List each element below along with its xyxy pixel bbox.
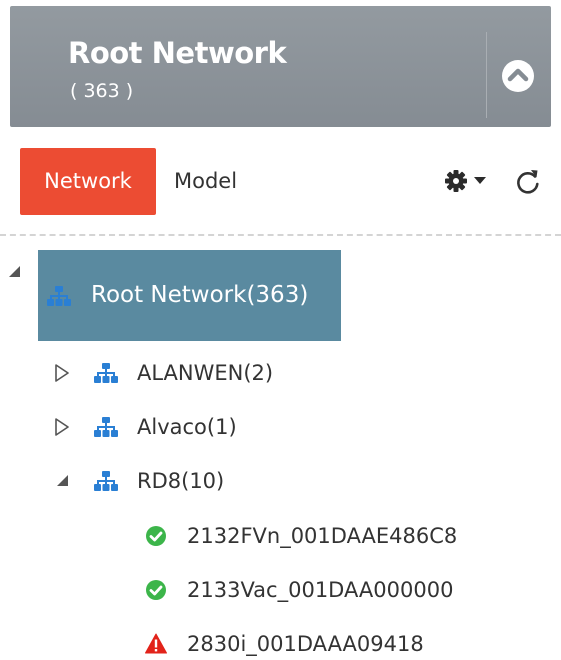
settings-menu-button[interactable] [444, 168, 492, 194]
tab-model[interactable]: Model [174, 148, 237, 215]
tree-node-label: 2133Vac_001DAA000000 [187, 578, 454, 602]
tree-node-alanwen[interactable]: ALANWEN(2) [94, 355, 324, 391]
refresh-button[interactable] [514, 168, 542, 196]
tree-node-label: 2132FVn_001DAAE486C8 [187, 524, 458, 548]
refresh-icon [517, 170, 539, 194]
check-circle-icon [146, 580, 166, 600]
tree-node-label: ALANWEN(2) [137, 361, 274, 385]
tree-toggle-expanded[interactable] [6, 263, 24, 281]
expanded-triangle-icon [57, 475, 68, 486]
header-divider [486, 32, 487, 118]
tree-toggle-collapsed[interactable] [53, 364, 71, 382]
tree-device-2830i[interactable]: 2830i_001DAAA09418 [145, 626, 535, 660]
collapsed-triangle-icon [55, 364, 69, 382]
tree-device-2133vac[interactable]: 2133Vac_001DAA000000 [145, 572, 535, 608]
network-icon [47, 286, 71, 306]
network-icon [94, 417, 118, 437]
tree-toggle-collapsed[interactable] [53, 418, 71, 436]
check-circle-icon [146, 526, 166, 546]
tab-network[interactable]: Network [20, 148, 156, 215]
network-header: Root Network ( 363 ) [10, 6, 551, 127]
tree-node-label: Root Network(363) [91, 282, 309, 308]
tree-node-label: 2830i_001DAAA09418 [187, 632, 424, 656]
tree-node-alvaco[interactable]: Alvaco(1) [94, 409, 284, 445]
network-tree-panel: Root Network ( 363 ) Network Model Root … [0, 0, 561, 660]
header-title: Root Network [68, 36, 287, 70]
collapse-header-button[interactable] [501, 59, 535, 93]
collapsed-triangle-icon [55, 418, 69, 436]
expanded-triangle-icon [9, 266, 20, 277]
header-count: ( 363 ) [70, 80, 134, 102]
network-icon [94, 363, 118, 383]
tree-node-rd8[interactable]: RD8(10) [94, 463, 274, 499]
tree-node-root-network[interactable]: Root Network(363) [38, 250, 341, 341]
network-icon [94, 471, 118, 491]
chevron-up-circle-icon [502, 60, 534, 92]
tree-toggle-expanded[interactable] [54, 472, 72, 490]
tree-node-label: Alvaco(1) [137, 415, 237, 439]
tree-node-label: RD8(10) [137, 469, 225, 493]
warning-triangle-icon [145, 633, 167, 654]
tree-device-2132fvn[interactable]: 2132FVn_001DAAE486C8 [145, 518, 535, 554]
toolbar-divider [0, 234, 561, 236]
caret-down-icon [474, 177, 486, 184]
